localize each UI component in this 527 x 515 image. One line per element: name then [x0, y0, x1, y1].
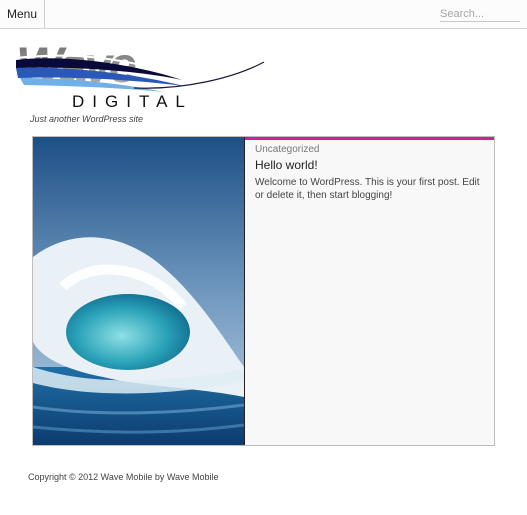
post-excerpt: Welcome to WordPress. This is your first… [255, 177, 480, 201]
search-input[interactable] [440, 6, 520, 22]
post-category[interactable]: Uncategorized [255, 144, 486, 155]
footer-copyright: Copyright © 2012 Wave Mobile by Wave Mob… [28, 472, 219, 482]
ocean-wave-image [33, 137, 244, 445]
top-bar: Menu [0, 0, 527, 29]
site-tagline: Just another WordPress site [30, 114, 144, 124]
post-title[interactable]: Hello world! [255, 158, 486, 172]
post-content: Uncategorized Hello world! Welcome to Wo… [245, 137, 494, 445]
menu-button[interactable]: Menu [0, 0, 45, 28]
logo-subtext: DIGITAL [72, 92, 193, 111]
post-card[interactable]: Uncategorized Hello world! Welcome to Wo… [32, 136, 495, 446]
post-thumbnail[interactable] [33, 137, 245, 445]
